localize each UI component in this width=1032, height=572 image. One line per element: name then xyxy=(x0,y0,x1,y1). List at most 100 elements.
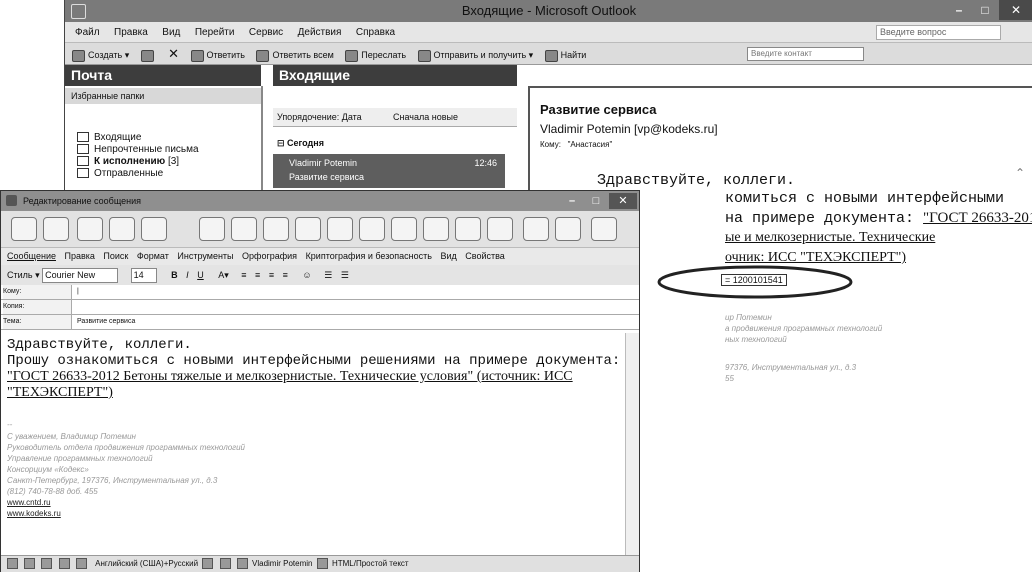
subject-input[interactable]: Развитие сервиса xyxy=(77,315,135,329)
menu-crypto[interactable]: Криптография и безопасность xyxy=(306,251,432,261)
paste-icon[interactable] xyxy=(359,217,385,241)
keyboard-icon[interactable] xyxy=(75,558,87,570)
menu-message[interactable]: Сообщение xyxy=(7,251,56,261)
envelope-icon[interactable] xyxy=(523,217,549,241)
save-icon[interactable] xyxy=(77,217,103,241)
cut-icon[interactable] xyxy=(295,217,321,241)
menu-edit[interactable]: Правка xyxy=(114,23,148,43)
spell-icon[interactable] xyxy=(263,217,289,241)
menu-format[interactable]: Формат xyxy=(137,251,169,261)
encrypt-icon[interactable] xyxy=(423,217,449,241)
menu-tools[interactable]: Сервис xyxy=(249,23,283,43)
reply-all-button[interactable]: Ответить всем xyxy=(256,45,334,66)
menu-tools[interactable]: Инструменты xyxy=(177,251,233,261)
print-icon[interactable] xyxy=(141,217,167,241)
list-sort-bar[interactable]: Упорядочение: Дата Сначала новые xyxy=(273,108,517,127)
text-color-icon[interactable]: A▾ xyxy=(218,270,229,280)
status-icon[interactable] xyxy=(202,558,214,570)
reading-to: Кому: "Анастасия" xyxy=(540,140,613,149)
maximize-button[interactable]: □ xyxy=(973,0,997,20)
body-doc-link-cont[interactable]: "ТЕХЭКСПЕРТ") xyxy=(7,385,113,401)
justify-icon[interactable]: ≡ xyxy=(283,270,288,280)
sign-icon[interactable] xyxy=(455,217,481,241)
compose-close-button[interactable]: ✕ xyxy=(609,193,637,209)
undo-icon[interactable] xyxy=(199,217,225,241)
menu-search[interactable]: Поиск xyxy=(103,251,128,261)
status-icon[interactable] xyxy=(7,558,18,570)
menu-actions[interactable]: Действия xyxy=(298,23,342,43)
bold-button[interactable]: B xyxy=(171,270,178,280)
align-right-icon[interactable]: ≡ xyxy=(269,270,274,280)
folder-todo[interactable]: К исполнению [3] xyxy=(77,156,179,168)
reply-icon xyxy=(190,49,204,62)
url-cntd[interactable]: www.cntd.ru xyxy=(7,498,51,507)
folder-unread[interactable]: Непрочтенные письма xyxy=(77,144,199,156)
menu-spelling[interactable]: Орфография xyxy=(242,251,297,261)
url-kodeks[interactable]: www.kodeks.ru xyxy=(7,509,61,518)
reply-button[interactable]: Ответить xyxy=(190,45,245,66)
redo-icon[interactable] xyxy=(231,217,257,241)
size-select[interactable]: 14 xyxy=(130,268,157,284)
status-format[interactable]: HTML/Простой текст xyxy=(332,559,409,568)
send-icon[interactable] xyxy=(11,217,37,241)
folder-inbox[interactable]: Входящие xyxy=(77,132,141,144)
delete-button[interactable]: ✕ xyxy=(168,43,179,64)
compose-title: Редактирование сообщения xyxy=(23,196,142,206)
to-input[interactable]: | xyxy=(77,285,597,297)
minimize-button[interactable]: – xyxy=(947,0,971,20)
attach-icon[interactable] xyxy=(43,217,69,241)
reading-line3[interactable]: ые и мелкозернистые. Технические xyxy=(725,230,935,246)
attach-file-icon[interactable] xyxy=(487,217,513,241)
subject-label: Тема: xyxy=(3,315,72,329)
bullet-list-icon[interactable]: ☰ xyxy=(324,270,332,280)
status-icon[interactable] xyxy=(219,558,231,570)
menu-help[interactable]: Справка xyxy=(356,23,395,43)
sig-line: (812) 740-78-88 доб. 455 xyxy=(7,487,98,496)
italic-button[interactable]: I xyxy=(186,270,189,280)
contact-input[interactable]: Введите контакт xyxy=(747,47,864,61)
envelope-secure-icon[interactable] xyxy=(555,217,581,241)
menu-go[interactable]: Перейти xyxy=(195,23,235,43)
folder-sent[interactable]: Отправленные xyxy=(77,168,163,180)
copy-icon[interactable] xyxy=(327,217,353,241)
font-select[interactable]: Courier New xyxy=(42,268,119,284)
outlook-toolbar: Создать ▾ ✕ Ответить Ответить всем Перес… xyxy=(65,43,1032,65)
chevron-up-icon[interactable]: ⌃ xyxy=(1015,166,1025,180)
group-today[interactable]: ⊟ Сегодня xyxy=(277,138,324,149)
new-button[interactable]: Создать ▾ xyxy=(72,45,129,66)
users-icon[interactable] xyxy=(591,217,617,241)
body-scrollbar[interactable] xyxy=(625,333,639,555)
find-button[interactable]: Найти xyxy=(544,45,586,66)
status-sender[interactable]: Vladimir Potemin xyxy=(252,559,312,568)
body-doc-link[interactable]: "ГОСТ 26633-2012 Бетоны тяжелые и мелкоз… xyxy=(7,369,573,385)
send-receive-button[interactable]: Отправить и получить ▾ xyxy=(417,45,533,66)
status-icon[interactable] xyxy=(24,558,36,570)
forward-button[interactable]: Переслать xyxy=(345,45,406,66)
align-left-icon[interactable]: ≡ xyxy=(241,270,246,280)
menu-view[interactable]: Вид xyxy=(440,251,456,261)
address-book-icon[interactable] xyxy=(109,217,135,241)
menu-view[interactable]: Вид xyxy=(162,23,180,43)
numbered-list-icon[interactable]: ☰ xyxy=(341,270,349,280)
menu-edit[interactable]: Правка xyxy=(65,251,95,261)
reading-doc-link[interactable]: "ГОСТ 26633-2012 xyxy=(923,210,1032,226)
status-icon[interactable] xyxy=(58,558,70,570)
compose-minimize-button[interactable]: – xyxy=(561,193,583,209)
insert-icon[interactable] xyxy=(391,217,417,241)
smiley-icon[interactable]: ☺ xyxy=(302,270,311,280)
underline-button[interactable]: U xyxy=(197,270,204,280)
cc-input[interactable] xyxy=(77,300,597,312)
style-label[interactable]: Стиль xyxy=(7,270,33,280)
compose-maximize-button[interactable]: □ xyxy=(585,193,607,209)
user-icon[interactable] xyxy=(236,558,248,570)
print-button[interactable] xyxy=(140,45,157,66)
status-icon[interactable] xyxy=(41,558,53,570)
format-icon[interactable] xyxy=(316,558,328,570)
align-center-icon[interactable]: ≡ xyxy=(255,270,260,280)
message-item-selected[interactable]: Vladimir Potemin 12:46 Развитие сервиса xyxy=(273,154,505,188)
ask-question-input[interactable]: Введите вопрос xyxy=(876,25,1001,40)
menu-file[interactable]: Файл xyxy=(75,23,100,43)
status-language[interactable]: Английский (США)+Русский xyxy=(95,559,198,568)
menu-properties[interactable]: Свойства xyxy=(465,251,505,261)
close-button[interactable]: ✕ xyxy=(999,0,1032,20)
